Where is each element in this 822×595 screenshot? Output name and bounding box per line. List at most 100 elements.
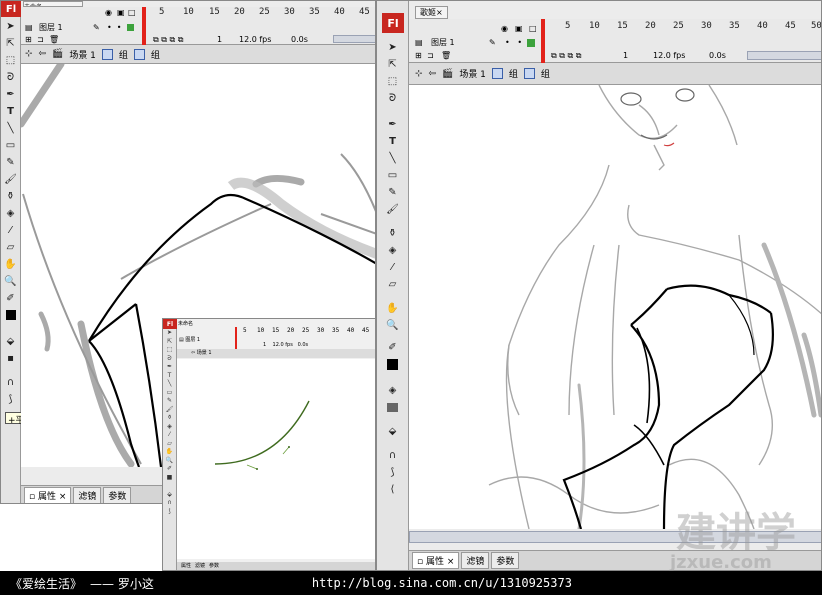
- right-document-tab[interactable]: 歌姬×: [415, 6, 448, 19]
- breadcrumb-scene[interactable]: 场景 1: [459, 67, 486, 80]
- swap-colors-icon[interactable]: ⬙: [385, 423, 401, 439]
- subselection-tool-icon[interactable]: ⇱: [3, 35, 19, 51]
- paint-bucket-icon[interactable]: ◈: [3, 205, 19, 221]
- hand-tool-icon[interactable]: ✋: [385, 300, 401, 316]
- properties-tab[interactable]: ▫ 属性 ×: [412, 552, 460, 569]
- eye-icon[interactable]: ◉: [105, 8, 112, 17]
- brush-tool-icon[interactable]: 🖌: [3, 171, 19, 187]
- ink-bottle-icon[interactable]: ⚱: [385, 225, 401, 241]
- stroke-color-icon[interactable]: ✐: [385, 339, 401, 355]
- layer-dots: • •: [505, 38, 536, 47]
- hand-tool-icon[interactable]: ✋: [3, 256, 19, 272]
- eye-icon[interactable]: ◉: [501, 24, 508, 33]
- lasso-tool-icon[interactable]: ᘐ: [385, 90, 401, 106]
- paint-bucket-icon[interactable]: ◈: [385, 242, 401, 258]
- pencil-tool-icon[interactable]: ✎: [3, 154, 19, 170]
- stroke-color-icon[interactable]: ✐: [3, 290, 19, 306]
- selection-tool-icon[interactable]: ➤: [3, 18, 19, 34]
- breadcrumb-scene[interactable]: 场景 1: [69, 48, 96, 61]
- inset-stage-canvas[interactable]: [177, 359, 375, 559]
- right-timeline-scrollbar[interactable]: [747, 51, 821, 60]
- inset-properties-tab[interactable]: 属性: [181, 562, 191, 570]
- fill-color-swatch[interactable]: [385, 356, 401, 372]
- ink-bottle-icon[interactable]: ⚱: [3, 188, 19, 204]
- text-tool-icon[interactable]: T: [385, 133, 401, 149]
- line-tool-icon[interactable]: ╲: [3, 120, 19, 136]
- default-colors-icon[interactable]: ▪: [3, 350, 19, 366]
- lasso-tool-icon[interactable]: ᘐ: [3, 69, 19, 85]
- inset-playhead[interactable]: [235, 327, 237, 349]
- breadcrumb-group-1[interactable]: 组: [509, 67, 518, 80]
- smooth-icon[interactable]: ⟆: [385, 464, 401, 480]
- fill-color-swatch[interactable]: [3, 307, 19, 323]
- selection-tool-icon[interactable]: ➤: [385, 39, 401, 55]
- inset-breadcrumb-scene[interactable]: 场景 1: [197, 350, 212, 356]
- pen-tool-icon[interactable]: ✒: [3, 86, 19, 102]
- delete-layer-icon[interactable]: 🗑: [49, 35, 59, 44]
- playhead[interactable]: [142, 7, 146, 45]
- free-transform-tool-icon[interactable]: ⬚: [3, 52, 19, 68]
- timeline-panel: ◉ ▣ □ 5 10 15 20 25 30 35 40 45 ▤ 图层 1 ✎…: [21, 7, 375, 45]
- outline-icon[interactable]: □: [128, 8, 136, 17]
- inset-tool-icons[interactable]: ➤ ⇱ ⬚ ᘐ ✒ T ╲ ▭ ✎ 🖌 ⚱ ◈ ⁄ ▱ ✋ 🔍 ✐ ■ ⬙ ∩ ⟆: [163, 329, 176, 516]
- filters-tab[interactable]: 滤镜: [461, 552, 490, 569]
- frame-num: 35: [729, 21, 740, 31]
- filters-tab[interactable]: 滤镜: [73, 487, 102, 503]
- back-arrow-icon[interactable]: ⇦: [39, 49, 47, 59]
- scene-icon: 🎬: [52, 49, 64, 59]
- breadcrumb-group-2[interactable]: 组: [151, 48, 160, 61]
- add-layer-icon[interactable]: ⊞: [25, 35, 32, 44]
- fill-swatch-gray[interactable]: [385, 399, 401, 415]
- lock-icon[interactable]: ▣: [515, 24, 523, 33]
- layer-name[interactable]: 图层 1: [431, 37, 455, 48]
- layer-name[interactable]: 图层 1: [39, 22, 63, 33]
- onion-skin-icons[interactable]: ⧉ ⧉ ⧉ ⧉: [153, 35, 183, 45]
- inset-layer-row[interactable]: ▤ 图层 1: [179, 336, 200, 343]
- add-folder-icon[interactable]: ⊐: [427, 51, 434, 60]
- inset-document-tab[interactable]: 未命名: [178, 320, 193, 327]
- delete-layer-icon[interactable]: 🗑: [441, 51, 451, 60]
- breadcrumb-group-1[interactable]: 组: [119, 48, 128, 61]
- parameters-tab[interactable]: 参数: [491, 552, 520, 569]
- add-layer-icon[interactable]: ⊞: [415, 51, 422, 60]
- swap-colors-icon[interactable]: ⬙: [3, 333, 19, 349]
- eyedropper-icon[interactable]: ⁄: [3, 222, 19, 238]
- doc-tab-label: 歌姬: [420, 8, 436, 17]
- rectangle-tool-icon[interactable]: ▭: [3, 137, 19, 153]
- breadcrumb-group-2[interactable]: 组: [541, 67, 550, 80]
- right-stage-canvas[interactable]: [409, 85, 821, 529]
- brush-tool-icon[interactable]: 🖌: [385, 201, 401, 217]
- frame-rate: 12.0 fps: [239, 35, 272, 44]
- text-tool-icon[interactable]: T: [3, 103, 19, 119]
- outline-icon[interactable]: □: [529, 24, 537, 33]
- free-transform-tool-icon[interactable]: ⬚: [385, 73, 401, 89]
- eraser-icon[interactable]: ▱: [385, 276, 401, 292]
- layer-row[interactable]: ▤ 图层 1 ✎ • •: [21, 22, 375, 33]
- right-layer-row[interactable]: ▤ 图层 1 ✎ • •: [409, 37, 821, 48]
- onion-skin-icons[interactable]: ⧉ ⧉ ⧉ ⧉: [551, 51, 581, 61]
- parameters-tab[interactable]: 参数: [103, 487, 132, 503]
- pencil-tool-icon[interactable]: ✎: [385, 184, 401, 200]
- snap-magnet-icon[interactable]: ∩: [385, 447, 401, 463]
- add-folder-icon[interactable]: ⊐: [37, 35, 44, 44]
- right-playhead[interactable]: [541, 19, 545, 63]
- inset-parameters-tab[interactable]: 参数: [209, 562, 219, 570]
- zoom-tool-icon[interactable]: 🔍: [385, 317, 401, 333]
- timeline-scrollbar[interactable]: [333, 35, 375, 43]
- paint-fill-icon[interactable]: ◈: [385, 382, 401, 398]
- inset-filters-tab[interactable]: 滤镜: [195, 562, 205, 570]
- straighten-icon[interactable]: ⟨: [385, 481, 401, 497]
- subselection-tool-icon[interactable]: ⇱: [385, 56, 401, 72]
- lock-icon[interactable]: ▣: [117, 8, 125, 17]
- smooth-icon[interactable]: ⟆: [3, 391, 19, 407]
- pen-tool-icon[interactable]: ✒: [385, 116, 401, 132]
- eraser-icon[interactable]: ▱: [3, 239, 19, 255]
- line-tool-icon[interactable]: ╲: [385, 150, 401, 166]
- caption-url[interactable]: http://blog.sina.com.cn/u/1310925373: [312, 576, 572, 590]
- eyedropper-icon[interactable]: ⁄: [385, 259, 401, 275]
- snap-magnet-icon[interactable]: ∩: [3, 374, 19, 390]
- zoom-tool-icon[interactable]: 🔍: [3, 273, 19, 289]
- properties-tab[interactable]: ▫ 属性 ×: [24, 487, 72, 503]
- back-arrow-icon[interactable]: ⇦: [429, 69, 437, 79]
- rectangle-tool-icon[interactable]: ▭: [385, 167, 401, 183]
